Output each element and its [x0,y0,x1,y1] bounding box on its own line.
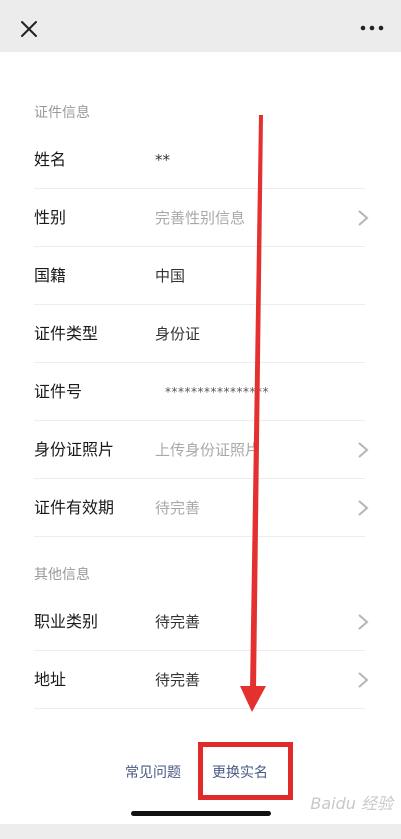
row-label: 身份证照片 [34,440,115,459]
faq-link[interactable]: 常见问题 [125,762,181,782]
more-dots-icon[interactable] [357,18,387,38]
row-value: 待完善 [155,499,201,517]
row-occupation[interactable]: 职业类别 待完善 [34,593,369,651]
chevron-right-icon [358,614,369,630]
chevron-right-icon [358,500,369,516]
row-value: 上传身份证照片 [155,441,261,459]
section-title-certificate: 证件信息 [34,105,90,121]
row-label: 国籍 [34,266,67,285]
baidu-watermark: Baidu 经验 [310,794,393,813]
row-address[interactable]: 地址 待完善 [34,651,369,709]
row-gender[interactable]: 性别 完善性别信息 [34,189,369,247]
row-label: 地址 [34,670,67,689]
info-card: 证件信息 姓名 ** 性别 完善性别信息 国籍 中国 证件类型 身份证 证件号 … [0,52,401,824]
highlight-box [198,742,293,800]
row-id-validity[interactable]: 证件有效期 待完善 [34,479,369,537]
row-value: 待完善 [155,671,201,689]
row-value: **************** [165,385,269,399]
chevron-right-icon [358,672,369,688]
row-value: 完善性别信息 [155,209,246,227]
row-id-number: 证件号 **************** [34,363,365,421]
row-value: 身份证 [155,325,201,343]
row-value: 中国 [155,267,186,285]
top-bar [0,0,401,52]
row-label: 证件类型 [34,324,99,343]
chevron-right-icon [358,442,369,458]
chevron-right-icon [358,210,369,226]
row-value: ** [155,151,170,169]
row-id-photo[interactable]: 身份证照片 上传身份证照片 [34,421,369,479]
row-label: 证件有效期 [34,498,115,517]
row-label: 职业类别 [34,612,99,631]
row-id-type: 证件类型 身份证 [34,305,365,363]
home-indicator [131,811,271,816]
row-label: 证件号 [34,382,83,401]
section-title-other: 其他信息 [34,567,90,583]
row-value: 待完善 [155,613,201,631]
close-icon[interactable] [14,14,44,44]
row-name: 姓名 ** [34,131,365,189]
row-label: 姓名 [34,150,67,169]
row-label: 性别 [34,208,67,227]
row-nationality: 国籍 中国 [34,247,365,305]
